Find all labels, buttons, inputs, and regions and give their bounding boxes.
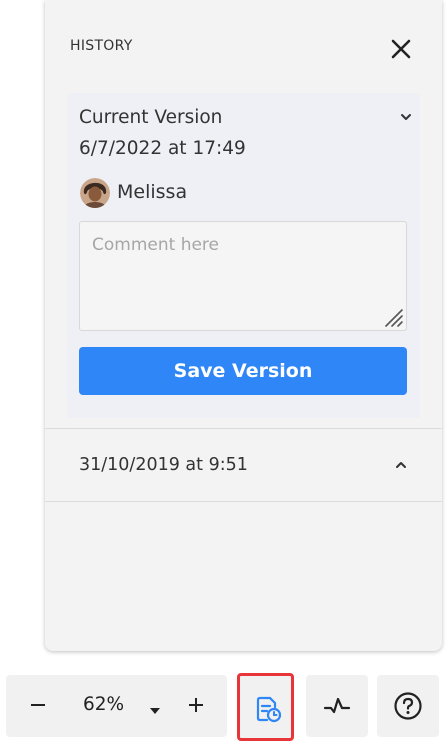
version-date: 31/10/2019 at 9:51 (79, 455, 248, 475)
close-button[interactable] (390, 38, 412, 60)
plus-icon (189, 698, 203, 712)
user-name: Melissa (117, 181, 188, 203)
collapse-toggle[interactable] (398, 109, 414, 125)
help-icon (394, 692, 422, 720)
divider (45, 501, 442, 502)
version-history-button[interactable] (237, 673, 294, 741)
avatar (80, 178, 110, 208)
version-item[interactable]: 31/10/2019 at 9:51 (45, 428, 442, 501)
zoom-in-button[interactable] (184, 693, 208, 717)
comment-input[interactable] (79, 221, 407, 331)
zoom-control: 62% (6, 675, 227, 737)
activity-button[interactable] (306, 675, 368, 737)
zoom-dropdown[interactable] (148, 701, 162, 714)
current-version-card: Current Version 6/7/2022 at 17:49 Meliss… (67, 93, 420, 418)
activity-icon (323, 697, 351, 714)
history-panel: HISTORY Current Version 6/7/2022 at 17:4… (45, 0, 442, 651)
zoom-level: 62% (83, 694, 125, 715)
help-button[interactable] (377, 675, 439, 737)
zoom-out-button[interactable] (26, 693, 50, 717)
save-version-button[interactable]: Save Version (79, 347, 407, 395)
close-icon (391, 39, 411, 59)
caret-down-icon (150, 708, 160, 714)
chevron-down-icon (401, 114, 411, 120)
current-version-title: Current Version (79, 107, 223, 128)
chevron-up-icon (396, 462, 406, 468)
current-version-date: 6/7/2022 at 17:49 (79, 138, 246, 159)
version-history-icon (256, 696, 282, 723)
panel-title: HISTORY (70, 38, 133, 54)
minus-icon (31, 704, 45, 706)
